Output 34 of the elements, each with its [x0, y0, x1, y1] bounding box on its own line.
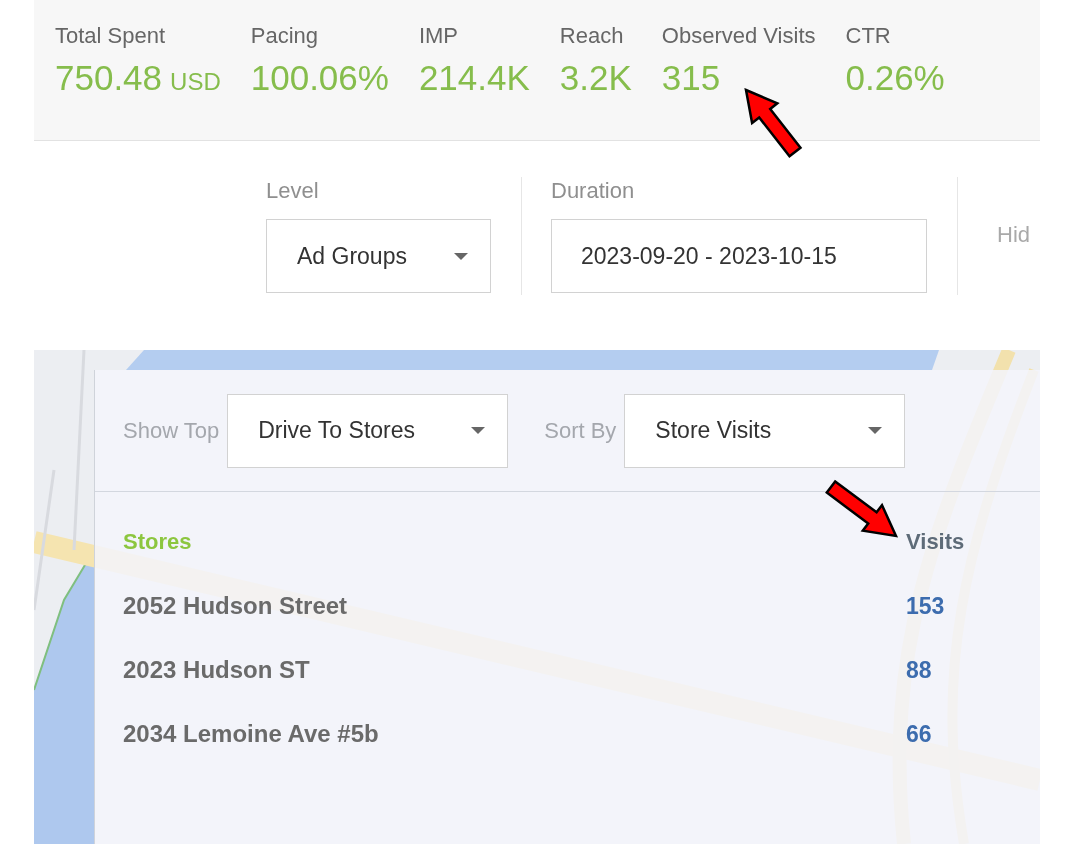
level-dropdown[interactable]: Ad Groups — [266, 219, 491, 293]
date-range-field[interactable]: 2023-09-20 - 2023-10-15 — [551, 219, 927, 293]
table-cell: 2052 Hudson Street — [123, 592, 348, 620]
caret-icon — [868, 427, 883, 434]
annotation-arrow-icon — [823, 477, 901, 541]
stat-label: Pacing — [250, 22, 319, 50]
select-dropdown[interactable]: Store Visits — [624, 393, 906, 468]
table-cell: 153 — [906, 592, 945, 620]
control-label: Show Top — [123, 417, 220, 444]
stat-value: 3.2K — [559, 58, 632, 98]
stat-label: IMP — [418, 22, 460, 50]
column-header: Stores — [123, 529, 192, 555]
table-cell: 2034 Lemoine Ave #5b — [123, 720, 379, 748]
stat-unit: USD — [170, 68, 221, 96]
stat-label: Total Spent — [55, 22, 167, 50]
stat-label: CTR — [845, 22, 892, 50]
stat-value: 750.48 — [55, 58, 163, 98]
filter-label: Level — [266, 177, 320, 204]
table-cell: 88 — [906, 656, 932, 684]
select-dropdown[interactable]: Drive To Stores — [227, 393, 509, 468]
filter-label: Hid — [997, 221, 1030, 248]
stat-value: 315 — [661, 58, 721, 98]
stat-label: Observed Visits — [661, 22, 816, 50]
stat-value: 0.26% — [845, 58, 945, 98]
column-header: Visits — [906, 529, 965, 555]
filter-label: Duration — [551, 177, 636, 204]
stat-value: 100.06% — [250, 58, 389, 98]
stat-value: 214.4K — [418, 58, 530, 98]
table-cell: 2023 Hudson ST — [123, 656, 310, 684]
stat-label: Reach — [559, 22, 625, 50]
control-label: Sort By — [544, 417, 617, 444]
table-cell: 66 — [906, 720, 932, 748]
caret-icon — [471, 427, 486, 434]
caret-icon — [454, 252, 468, 260]
